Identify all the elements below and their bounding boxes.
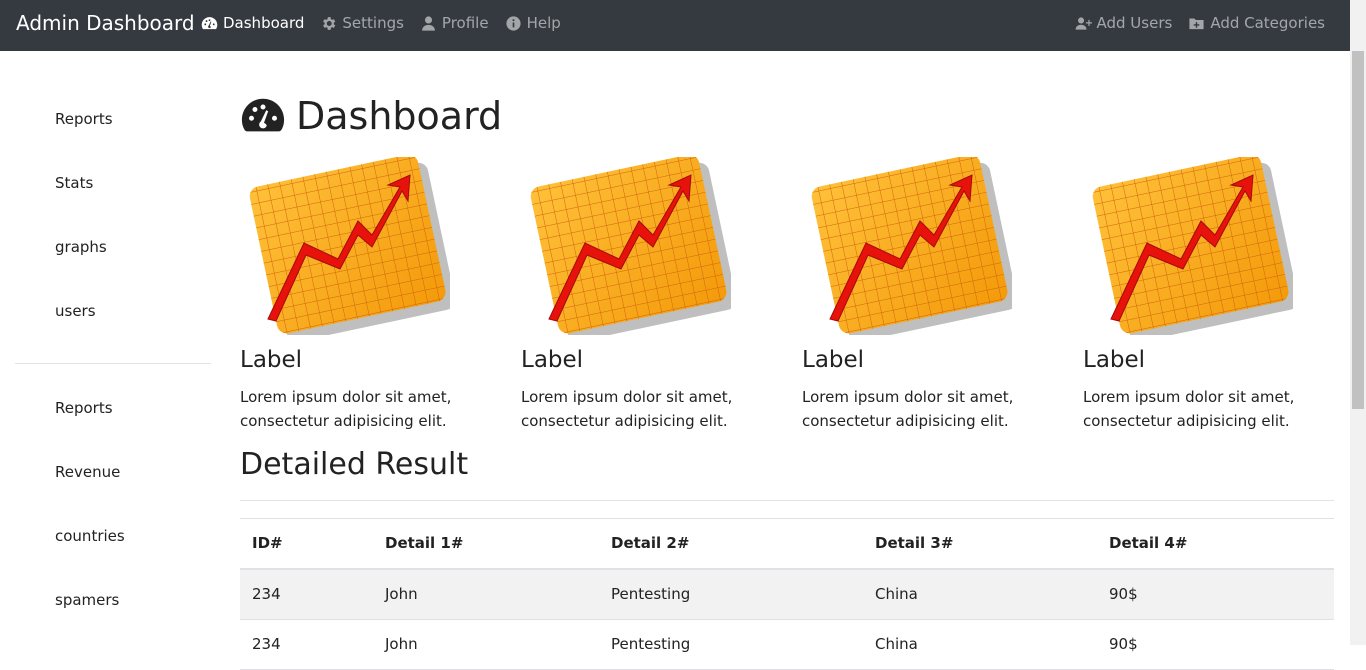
table-cell: 90$	[1109, 585, 1138, 603]
stat-card: Label Lorem ipsum dolor sit amet, consec…	[802, 157, 1062, 430]
table-cell: 90$	[1109, 635, 1138, 653]
results-table: ID# Detail 1# Detail 2# Detail 3# Detail…	[240, 518, 1334, 670]
table-row: 234 John Pentesting China 90$	[240, 620, 1334, 670]
user-plus-icon	[1075, 16, 1092, 30]
table-cell: 234	[252, 585, 281, 603]
nav-add-users-label: Add Users	[1096, 14, 1173, 32]
navbar-brand[interactable]: Admin Dashboard	[16, 11, 195, 35]
sidebar-item-reports-2[interactable]: Reports	[55, 399, 113, 417]
stat-card: Label Lorem ipsum dolor sit amet, consec…	[521, 157, 781, 430]
table-header-cell: Detail 1#	[385, 534, 464, 552]
sidebar-item-stats[interactable]: Stats	[55, 174, 93, 192]
section-divider	[240, 500, 1334, 501]
nav-dashboard-label: Dashboard	[223, 14, 305, 32]
tachometer-icon	[241, 98, 285, 132]
table-row: 234 John Pentesting China 90$	[240, 570, 1334, 620]
navbar-right-menu: Add Users Add Categories	[1075, 14, 1325, 32]
stat-card: Label Lorem ipsum dolor sit amet, consec…	[240, 157, 500, 430]
table-header-cell: Detail 4#	[1109, 534, 1188, 552]
nav-help-label: Help	[526, 14, 561, 32]
nav-add-categories[interactable]: Add Categories	[1188, 14, 1325, 32]
sidebar-item-users[interactable]: users	[55, 302, 96, 320]
chart-growth-icon	[811, 157, 1012, 335]
table-cell: Pentesting	[611, 635, 691, 653]
chart-growth-icon	[249, 157, 450, 335]
section-title: Detailed Result	[240, 447, 469, 482]
card-text: Lorem ipsum dolor sit amet, consectetur …	[521, 388, 733, 430]
table-header-row: ID# Detail 1# Detail 2# Detail 3# Detail…	[240, 519, 1334, 570]
nav-help[interactable]: Help	[505, 14, 561, 32]
table-cell: China	[875, 635, 918, 653]
chart-growth-icon	[530, 157, 731, 335]
page-title-text: Dashboard	[296, 94, 503, 138]
table-header-cell: ID#	[252, 534, 283, 552]
card-label: Label	[802, 347, 865, 373]
table-cell: John	[385, 585, 418, 603]
card-text: Lorem ipsum dolor sit amet, consectetur …	[802, 388, 1014, 430]
gear-icon	[323, 16, 336, 30]
stat-card: Label Lorem ipsum dolor sit amet, consec…	[1083, 157, 1343, 430]
card-text: Lorem ipsum dolor sit amet, consectetur …	[240, 388, 452, 430]
tachometer-icon	[201, 16, 218, 29]
sidebar-item-reports[interactable]: Reports	[55, 110, 113, 128]
sidebar-item-spamers[interactable]: spamers	[55, 591, 119, 609]
navbar-left-menu: Dashboard Settings Profile Help	[201, 14, 561, 32]
page-scrollbar[interactable]	[1350, 0, 1366, 645]
folder-plus-icon	[1189, 18, 1204, 29]
nav-add-categories-label: Add Categories	[1210, 14, 1325, 32]
top-navbar: Admin Dashboard Dashboard Settings Profi…	[0, 0, 1350, 51]
sidebar-item-revenue[interactable]: Revenue	[55, 463, 120, 481]
nav-settings[interactable]: Settings	[320, 14, 404, 32]
table-cell: Pentesting	[611, 585, 691, 603]
table-header-cell: Detail 3#	[875, 534, 954, 552]
info-icon	[505, 15, 521, 31]
card-label: Label	[1083, 347, 1146, 373]
nav-settings-label: Settings	[342, 14, 404, 32]
sidebar-item-graphs[interactable]: graphs	[55, 238, 107, 256]
card-label: Label	[240, 347, 303, 373]
chart-growth-icon	[1092, 157, 1293, 335]
card-label: Label	[521, 347, 584, 373]
user-icon	[422, 15, 435, 31]
table-header-cell: Detail 2#	[611, 534, 690, 552]
sidebar-divider	[15, 363, 211, 364]
scrollbar-thumb[interactable]	[1352, 51, 1364, 409]
table-cell: John	[385, 635, 418, 653]
nav-add-users[interactable]: Add Users	[1075, 14, 1173, 32]
table-cell: 234	[252, 635, 281, 653]
table-cell: China	[875, 585, 918, 603]
nav-profile-label: Profile	[441, 14, 489, 32]
card-text: Lorem ipsum dolor sit amet, consectetur …	[1083, 388, 1295, 430]
nav-dashboard[interactable]: Dashboard	[201, 14, 304, 32]
nav-profile[interactable]: Profile	[420, 14, 489, 32]
sidebar-item-countries[interactable]: countries	[55, 527, 125, 545]
page-title: Dashboard	[240, 93, 502, 139]
